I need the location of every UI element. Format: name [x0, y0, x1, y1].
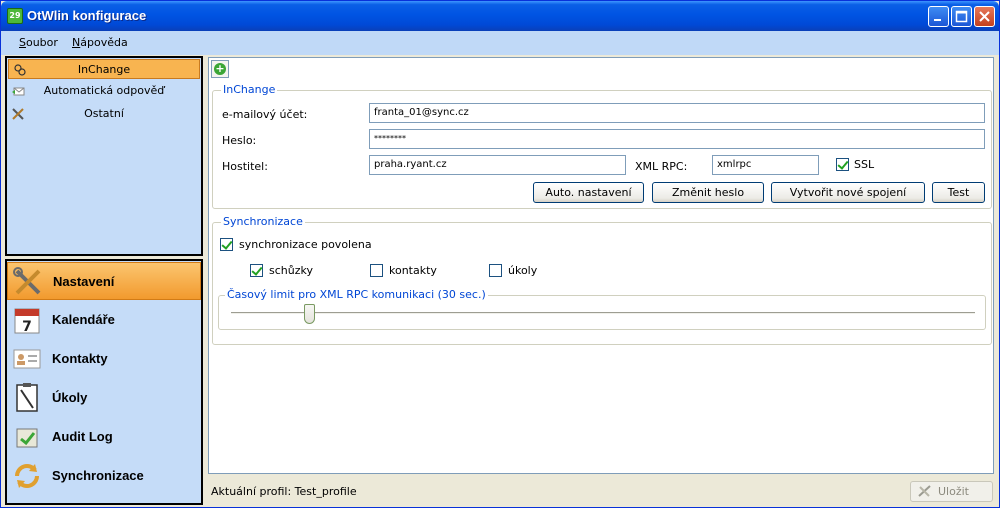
- save-label: Uložit: [938, 485, 969, 498]
- profile-item-inchange[interactable]: InChange: [8, 59, 200, 79]
- settings-tools-icon: [13, 267, 41, 295]
- ssl-label: SSL: [854, 158, 875, 171]
- add-profile-button[interactable]: +: [211, 60, 229, 78]
- email-field[interactable]: franta_01@sync.cz: [369, 103, 985, 123]
- host-label: Hostitel:: [222, 160, 268, 173]
- app-calendar-icon: 29: [7, 8, 23, 24]
- nav-item-audit-log[interactable]: Audit Log: [7, 418, 201, 456]
- accounts-icon: [14, 64, 26, 76]
- menu-napoveda[interactable]: Nápověda: [72, 36, 128, 49]
- timeout-group: Časový limit pro XML RPC komunikaci (30 …: [218, 288, 986, 330]
- sync-icon: [15, 464, 39, 488]
- navigation-panel: Nastavení 7 Kalendáře Kontakty Úkoly Aud…: [5, 259, 203, 505]
- tasks-icon: [16, 383, 38, 412]
- new-connection-button[interactable]: Vytvořit nové spojení: [771, 182, 925, 203]
- ssl-checkbox[interactable]: [836, 158, 849, 171]
- nav-item-label: Úkoly: [52, 390, 88, 405]
- profile-list: InChange Automatická odpověď Ostatní: [5, 56, 203, 256]
- add-icon: +: [214, 62, 226, 75]
- change-password-button[interactable]: Změnit heslo: [652, 182, 764, 203]
- title-bar[interactable]: 29 OtWlin konfigurace: [1, 1, 999, 31]
- xmlrpc-field[interactable]: xmlrpc: [712, 155, 819, 175]
- nav-item-label: Synchronizace: [52, 468, 144, 483]
- email-label: e-mailový účet:: [222, 108, 308, 121]
- sync-enabled-checkbox[interactable]: [220, 238, 233, 251]
- audit-log-icon: [16, 428, 38, 448]
- save-button[interactable]: Uložit: [910, 481, 993, 502]
- password-label: Heslo:: [222, 134, 257, 147]
- password-field[interactable]: ********: [369, 129, 985, 149]
- maximize-button[interactable]: [951, 6, 972, 27]
- tasks-label: úkoly: [508, 264, 538, 277]
- sync-enabled-label: synchronizace povolena: [239, 238, 372, 251]
- calendar-icon: 7: [14, 308, 40, 335]
- test-button[interactable]: Test: [932, 182, 985, 203]
- nav-item-contacts[interactable]: Kontakty: [7, 340, 201, 378]
- contacts-checkbox[interactable]: [370, 264, 383, 277]
- tasks-checkbox[interactable]: [489, 264, 502, 277]
- xmlrpc-label: XML RPC:: [635, 160, 688, 173]
- auto-settings-button[interactable]: Auto. nastavení: [533, 182, 644, 203]
- close-button[interactable]: [974, 6, 995, 27]
- profile-item-other[interactable]: Ostatní: [7, 104, 201, 124]
- save-tools-icon: [918, 485, 931, 497]
- nav-item-tasks[interactable]: Úkoly: [7, 379, 201, 417]
- menu-soubor[interactable]: Soubor: [19, 36, 58, 49]
- main-window: 29 OtWlin konfigurace Soubor Nápověda In…: [0, 0, 1000, 508]
- settings-panel: + InChange e-mailový účet: franta_01@syn…: [208, 57, 994, 474]
- timeout-slider-track[interactable]: [231, 312, 975, 315]
- nav-item-settings[interactable]: Nastavení: [7, 262, 201, 300]
- profile-item-label: Ostatní: [84, 107, 124, 120]
- minimize-button[interactable]: [928, 6, 949, 27]
- tools-icon: [12, 108, 24, 120]
- meetings-checkbox[interactable]: [250, 264, 263, 277]
- auto-reply-icon: [12, 87, 25, 96]
- svg-text:7: 7: [22, 319, 32, 335]
- inchange-group: InChange e-mailový účet: franta_01@sync.…: [212, 83, 992, 209]
- contacts-label: kontakty: [389, 264, 437, 277]
- nav-item-label: Kalendáře: [52, 312, 115, 327]
- host-field[interactable]: praha.ryant.cz: [369, 155, 626, 175]
- timeout-slider-thumb[interactable]: [304, 304, 315, 324]
- inchange-legend: InChange: [221, 83, 278, 96]
- contacts-icon: [13, 349, 41, 369]
- profile-item-label: InChange: [77, 63, 131, 76]
- current-profile-status: Aktuální profil: Test_profile: [211, 485, 357, 498]
- timeout-legend: Časový limit pro XML RPC komunikaci (30 …: [225, 288, 488, 301]
- minimize-icon: [934, 19, 941, 21]
- meetings-label: schůzky: [269, 264, 313, 277]
- nav-item-label: Nastavení: [53, 274, 115, 289]
- nav-item-label: Audit Log: [52, 429, 113, 444]
- synchronization-legend: Synchronizace: [221, 215, 305, 228]
- profile-item-label: Automatická odpověď: [43, 84, 165, 97]
- synchronization-group: Synchronizace synchronizace povolena sch…: [212, 215, 992, 345]
- menu-bar: Soubor Nápověda: [1, 31, 999, 55]
- window-title: OtWlin konfigurace: [27, 8, 147, 23]
- maximize-icon: [955, 10, 968, 23]
- close-icon: [979, 11, 990, 22]
- profile-item-auto-reply[interactable]: Automatická odpověď: [7, 81, 201, 101]
- nav-item-label: Kontakty: [52, 351, 108, 366]
- nav-item-calendars[interactable]: 7 Kalendáře: [7, 301, 201, 339]
- nav-item-synchronization[interactable]: Synchronizace: [7, 457, 201, 495]
